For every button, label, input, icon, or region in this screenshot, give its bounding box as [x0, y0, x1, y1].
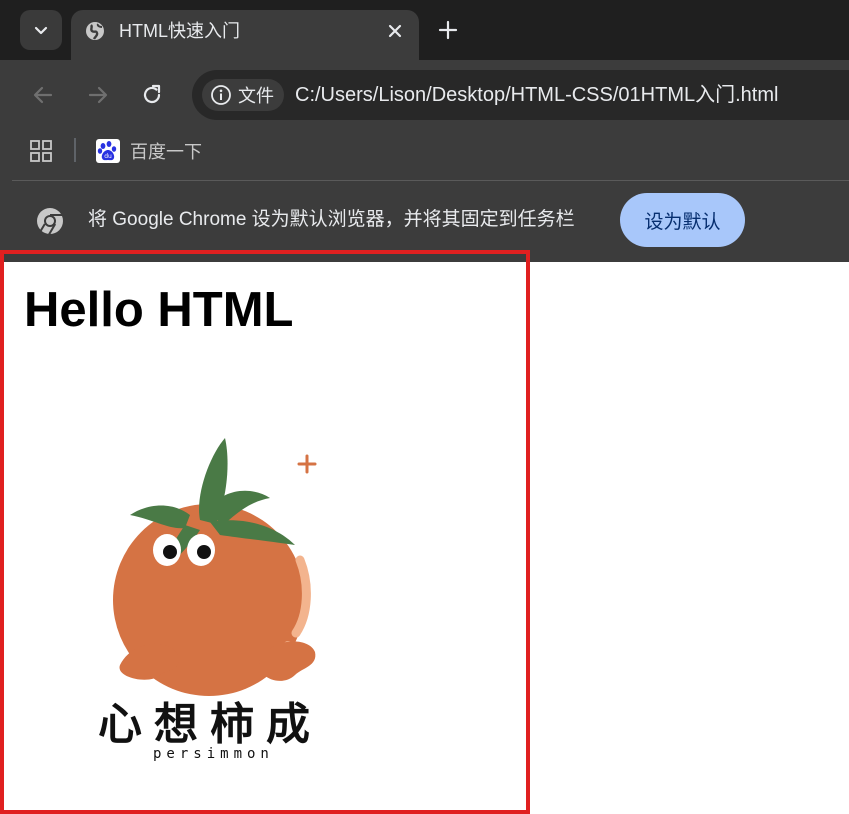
bookmarks-bar: du 百度一下 — [12, 130, 849, 174]
url-text[interactable]: C:/Users/Lison/Desktop/HTML-CSS/01HTML入门… — [295, 83, 778, 107]
site-info-chip[interactable]: 文件 — [202, 79, 284, 111]
file-chip-label: 文件 — [238, 86, 274, 106]
active-tab[interactable]: HTML快速入门 — [71, 10, 419, 60]
tab-strip: HTML快速入门 — [0, 0, 849, 60]
address-bar[interactable]: 文件 C:/Users/Lison/Desktop/HTML-CSS/01HTM… — [192, 70, 849, 120]
svg-text:du: du — [104, 153, 112, 160]
browser-chrome: HTML快速入门 文件 C:/Users/Lison/Desktop/HTML-… — [0, 0, 849, 262]
bookmarks-divider — [74, 138, 76, 162]
back-arrow-icon[interactable] — [30, 82, 56, 108]
globe-icon — [86, 22, 104, 40]
forward-arrow-icon[interactable] — [85, 82, 111, 108]
reload-icon[interactable] — [139, 82, 165, 108]
bookmark-label: 百度一下 — [130, 142, 202, 162]
bookmark-baidu[interactable]: du 百度一下 — [96, 136, 202, 166]
info-icon — [211, 85, 231, 105]
chevron-down-icon — [34, 26, 48, 35]
close-icon[interactable] — [385, 21, 405, 41]
new-tab-plus-icon[interactable] — [436, 18, 460, 42]
infobar-message: 将 Google Chrome 设为默认浏览器，并将其固定到任务栏 — [88, 209, 575, 230]
red-highlight-box — [0, 250, 530, 814]
baidu-paw-icon: du — [96, 139, 120, 163]
toolbar: 文件 C:/Users/Lison/Desktop/HTML-CSS/01HTM… — [12, 60, 849, 130]
tab-search-button[interactable] — [20, 10, 62, 50]
set-default-button[interactable]: 设为默认 — [620, 193, 745, 247]
apps-grid-icon[interactable] — [30, 140, 52, 162]
tab-title: HTML快速入门 — [119, 21, 240, 41]
chrome-logo-icon — [37, 208, 63, 235]
